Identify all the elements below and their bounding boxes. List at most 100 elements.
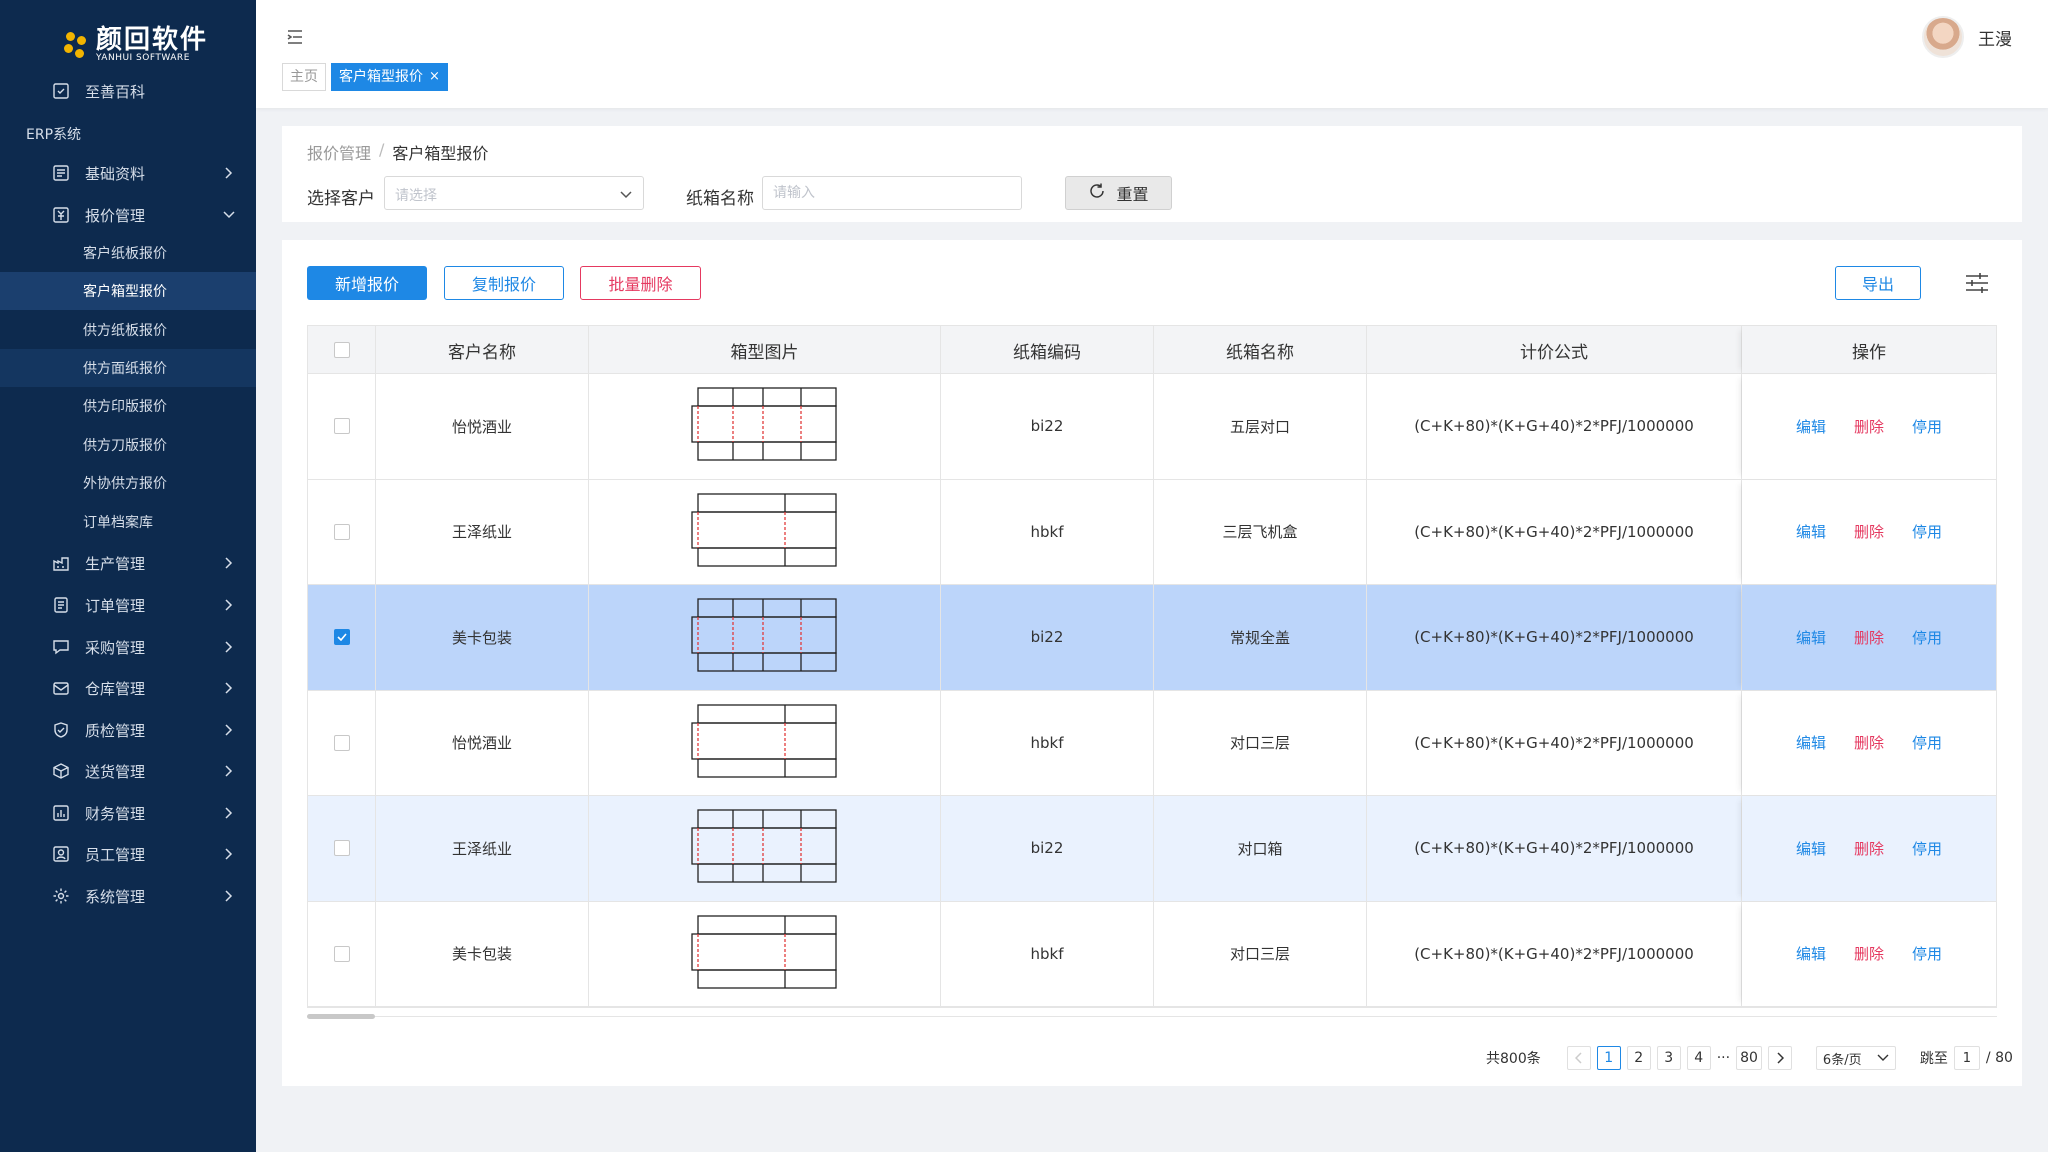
sidebar-item-staff[interactable]: 员工管理 (0, 834, 256, 874)
table-row[interactable]: 怡悦酒业 hbkf 对口三层 (C+K+80)*(K+G+40)*2*PFJ/1000… (308, 690, 1996, 796)
sidebar-item-label: 员工管理 (85, 845, 146, 864)
sidebar-item-basic-data[interactable]: 基础资料 (0, 153, 256, 193)
customer-select-label: 选择客户 (307, 189, 375, 209)
box-code-cell: hbkf (941, 901, 1154, 1006)
add-quote-button[interactable]: 新增报价 (307, 266, 427, 300)
sidebar-subitem-outsource-quote[interactable]: 外协供方报价 (0, 464, 256, 502)
jump-page-input[interactable]: 1 (1953, 1046, 1980, 1070)
page-ellipsis[interactable]: ··· (1717, 1050, 1730, 1066)
breadcrumb-parent[interactable]: 报价管理 (307, 140, 371, 164)
formula-cell: (C+K+80)*(K+G+40)*2*PFJ/1000000 (1367, 374, 1742, 479)
sidebar-subitem-customer-box-quote[interactable]: 客户箱型报价 (0, 272, 256, 310)
avatar[interactable] (1922, 16, 1964, 58)
document-icon (52, 164, 70, 182)
user-menu[interactable]: 王漫 (1922, 16, 2012, 58)
sidebar-item-delivery[interactable]: 送货管理 (0, 751, 256, 791)
top-header: 主页 客户箱型报价 × 王漫 (256, 0, 2048, 108)
copy-quote-button[interactable]: 复制报价 (444, 266, 564, 300)
page-button[interactable]: 3 (1656, 1046, 1681, 1070)
customer-select[interactable]: 请选择 (384, 176, 644, 210)
sidebar-subitem-supplier-print-plate-quote[interactable]: 供方印版报价 (0, 387, 256, 425)
sidebar-subitem-supplier-die-plate-quote[interactable]: 供方刀版报价 (0, 426, 256, 464)
sidebar-item-purchasing[interactable]: 采购管理 (0, 627, 256, 667)
row-checkbox[interactable] (333, 945, 350, 962)
edit-link[interactable]: 编辑 (1796, 627, 1826, 648)
export-button[interactable]: 导出 (1835, 266, 1921, 300)
delete-link[interactable]: 删除 (1854, 416, 1884, 437)
delete-link[interactable]: 删除 (1854, 521, 1884, 542)
table-row[interactable]: 美卡包装 hbkf 对口三层 (C+K+80)*(K+G+40)*2*PFJ/1000… (308, 901, 1996, 1007)
close-icon[interactable]: × (429, 64, 440, 90)
tab-home[interactable]: 主页 (282, 63, 326, 91)
sidebar-item-encyclopedia[interactable]: 至善百科 (0, 71, 256, 111)
box-image-cell (589, 796, 941, 901)
row-checkbox[interactable] (333, 523, 350, 540)
page-button-last[interactable]: 80 (1736, 1046, 1762, 1070)
page-button[interactable]: 1 (1596, 1046, 1621, 1070)
disable-link[interactable]: 停用 (1912, 416, 1942, 437)
tab-customer-box-quote[interactable]: 客户箱型报价 × (331, 63, 448, 91)
row-select-cell (308, 690, 376, 795)
delete-link[interactable]: 删除 (1854, 732, 1884, 753)
disable-link[interactable]: 停用 (1912, 521, 1942, 542)
page-button[interactable]: 4 (1686, 1046, 1711, 1070)
quote-icon (52, 206, 70, 224)
table-row[interactable]: 王泽纸业 hbkf 三层飞机盒 (C+K+80)*(K+G+40)*2*PFJ/100… (308, 479, 1996, 585)
edit-link[interactable]: 编辑 (1796, 416, 1826, 437)
table-row[interactable]: 美卡包装 bi22 常规全盖 (C+K+80)*(K+G+40)*2*PFJ/1000… (308, 585, 1996, 691)
sidebar-subitem-supplier-paper-quote[interactable]: 供方面纸报价 (0, 349, 256, 387)
disable-link[interactable]: 停用 (1912, 627, 1942, 648)
sidebar-item-warehouse[interactable]: 仓库管理 (0, 668, 256, 708)
box-name-input[interactable] (762, 176, 1022, 210)
table-row[interactable]: 怡悦酒业 bi22 五层对口 (C+K+80)*(K+G+40)*2*PFJ/1000… (308, 374, 1996, 480)
row-checkbox[interactable] (333, 418, 350, 435)
edit-link[interactable]: 编辑 (1796, 943, 1826, 964)
box-diagram-image[interactable] (690, 598, 839, 676)
sidebar-item-finance[interactable]: 财务管理 (0, 793, 256, 833)
page-size-select[interactable]: 6条/页 (1815, 1046, 1896, 1070)
batch-delete-button[interactable]: 批量删除 (580, 266, 701, 300)
row-checkbox[interactable] (333, 734, 350, 751)
sidebar-item-orders[interactable]: 订单管理 (0, 585, 256, 625)
page-button[interactable]: 2 (1626, 1046, 1651, 1070)
sidebar-subitem-customer-board-quote[interactable]: 客户纸板报价 (0, 234, 256, 272)
prev-page-button[interactable] (1566, 1046, 1591, 1070)
table-row[interactable]: 王泽纸业 bi22 对口箱 (C+K+80)*(K+G+40)*2*PFJ/10000… (308, 796, 1996, 902)
delete-link[interactable]: 删除 (1854, 838, 1884, 859)
box-name-cell: 对口三层 (1154, 901, 1367, 1006)
sidebar-item-quality[interactable]: 质检管理 (0, 710, 256, 750)
sidebar-subitem-supplier-board-quote[interactable]: 供方纸板报价 (0, 311, 256, 349)
disable-link[interactable]: 停用 (1912, 732, 1942, 753)
box-diagram-image[interactable] (690, 387, 839, 465)
delete-link[interactable]: 删除 (1854, 627, 1884, 648)
chevron-right-icon (222, 640, 236, 654)
box-diagram-image[interactable] (690, 809, 839, 887)
column-settings-icon[interactable] (1964, 270, 1990, 296)
edit-link[interactable]: 编辑 (1796, 838, 1826, 859)
disable-link[interactable]: 停用 (1912, 943, 1942, 964)
actions-cell: 编辑 删除 停用 (1742, 585, 1996, 690)
sidebar-item-quote-management[interactable]: 报价管理 (0, 195, 256, 235)
delete-link[interactable]: 删除 (1854, 943, 1884, 964)
menu-collapse-icon[interactable] (286, 28, 304, 46)
box-diagram-image[interactable] (690, 915, 839, 993)
edit-link[interactable]: 编辑 (1796, 521, 1826, 542)
row-select-cell (308, 479, 376, 584)
sidebar-item-system[interactable]: 系统管理 (0, 876, 256, 916)
select-all-checkbox[interactable] (333, 342, 350, 358)
filter-panel: 报价管理 / 客户箱型报价 选择客户 请选择 纸箱名称 重置 (282, 126, 2022, 222)
edit-link[interactable]: 编辑 (1796, 732, 1826, 753)
reset-button[interactable]: 重置 (1065, 176, 1172, 210)
next-page-button[interactable] (1767, 1046, 1792, 1070)
row-checkbox[interactable] (333, 629, 350, 646)
sidebar-subitem-order-archive[interactable]: 订单档案库 (0, 503, 256, 541)
box-diagram-image[interactable] (690, 493, 839, 571)
box-diagram-image[interactable] (690, 704, 839, 782)
table-header: 客户名称 箱型图片 纸箱编码 纸箱名称 计价公式 操作 (308, 326, 1996, 374)
select-all-cell (308, 326, 376, 374)
row-checkbox[interactable] (333, 840, 350, 857)
formula-cell: (C+K+80)*(K+G+40)*2*PFJ/1000000 (1367, 585, 1742, 690)
sidebar-item-production[interactable]: 生产管理 (0, 543, 256, 583)
horizontal-scrollbar[interactable] (307, 1014, 375, 1019)
disable-link[interactable]: 停用 (1912, 838, 1942, 859)
